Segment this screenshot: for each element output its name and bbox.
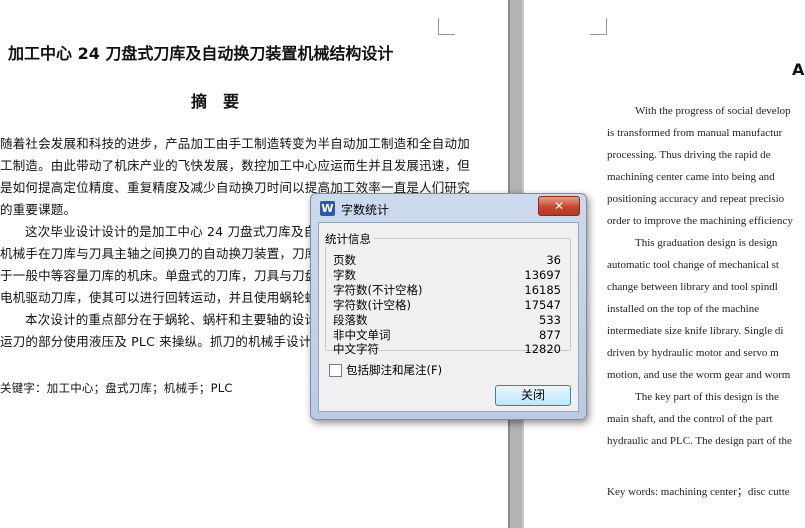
text-line: 工制造。由此带动了机床产业的飞快发展，数控加工中心应运而生并且发展迅速，但 <box>0 158 470 173</box>
text-line: 这次毕业设计设计的是加工中心 24 刀盘式刀库及自动换刀 <box>25 224 355 239</box>
stat-label: 字符数(计空格) <box>333 298 411 312</box>
text-line: installed on the top of the machine <box>607 303 760 315</box>
dialog-title-bar[interactable]: W 字数统计 ✕ <box>311 194 586 221</box>
stat-value: 36 <box>546 253 561 267</box>
abstract-heading-en: A <box>792 60 805 79</box>
stat-value: 16185 <box>524 283 561 297</box>
text-line: motion, and use the worm gear and worm <box>607 369 791 381</box>
text-line: positioning accuracy and repeat precisio <box>607 193 785 205</box>
crop-mark <box>438 18 455 35</box>
keywords-line: 关键字：加工中心；盘式刀库；机械手；PLC <box>0 381 233 395</box>
word-count-dialog: W 字数统计 ✕ 统计信息 页数 36 字数 13697 字符数(不计空格) 1… <box>310 193 587 420</box>
text-line: automatic tool change of mechanical st <box>607 259 779 271</box>
text-line: This graduation design is design <box>635 237 778 249</box>
text-line: main shaft, and the control of the part <box>607 413 773 425</box>
text-line: order to improve the machining efficienc… <box>607 215 793 227</box>
group-label: 统计信息 <box>325 231 374 247</box>
text-line: 于一般中等容量刀库的机床。单盘式的刀库，刀具与刀盘垂直 <box>0 268 343 283</box>
close-button[interactable]: 关闭 <box>495 385 571 406</box>
stat-label: 页数 <box>333 253 356 267</box>
close-icon[interactable]: ✕ <box>538 196 580 216</box>
text-line: With the progress of social develop <box>635 105 791 117</box>
stat-row: 段落数 533 <box>333 313 561 327</box>
text-line: 运刀的部分使用液压及 PLC 来操纵。抓刀的机械手设计部分 <box>0 334 337 349</box>
text-line: is transformed from manual manufactur <box>607 127 783 139</box>
stat-row: 页数 36 <box>333 253 561 267</box>
dialog-body: 统计信息 页数 36 字数 13697 字符数(不计空格) 16185 字符数(… <box>318 222 579 412</box>
stat-value: 17547 <box>524 298 561 312</box>
stat-row: 中文字符 12820 <box>333 342 561 356</box>
include-footnotes-label[interactable]: 包括脚注和尾注(F) <box>346 362 442 378</box>
abstract-heading: 摘 要 <box>191 92 240 111</box>
text-line: processing. Thus driving the rapid de <box>607 149 771 161</box>
word-app-icon: W <box>320 201 335 216</box>
stat-value: 533 <box>539 313 561 327</box>
text-line: 的重要课题。 <box>0 202 77 217</box>
stat-row: 字数 13697 <box>333 268 561 282</box>
stat-row: 字符数(不计空格) 16185 <box>333 283 561 297</box>
stat-row: 非中文单词 877 <box>333 328 561 342</box>
text-line: driven by hydraulic motor and servo m <box>607 347 779 359</box>
stat-label: 字数 <box>333 268 356 282</box>
stat-label: 段落数 <box>333 313 368 327</box>
stat-value: 12820 <box>524 342 561 356</box>
crop-mark <box>590 18 607 35</box>
stat-value: 13697 <box>524 268 561 282</box>
stat-label: 非中文单词 <box>333 328 391 342</box>
stat-label: 字符数(不计空格) <box>333 283 423 297</box>
include-footnotes-checkbox[interactable] <box>329 364 342 377</box>
text-line: 电机驱动刀库，使其可以进行回转运动，并且使用蜗轮蜗杆 <box>0 290 331 305</box>
stat-row: 字符数(计空格) 17547 <box>333 298 561 312</box>
stat-label: 中文字符 <box>333 342 379 356</box>
keywords-line-en: Key words: machining center；disc cutte <box>607 486 790 498</box>
text-line: machining center came into being and <box>607 171 775 183</box>
text-line: The key part of this design is the <box>635 391 779 403</box>
statistics-group: 统计信息 页数 36 字数 13697 字符数(不计空格) 16185 字符数(… <box>325 231 571 356</box>
document-title: 加工中心 24 刀盘式刀库及自动换刀装置机械结构设计 <box>8 44 394 63</box>
text-line: 机械手在刀库与刀具主轴之间换刀的自动换刀装置，刀库安装 <box>0 246 343 261</box>
text-line: 本次设计的重点部分在于蜗轮、蜗杆和主要轴的设计计 <box>25 312 330 327</box>
text-line: hydraulic and PLC. The design part of th… <box>607 435 792 447</box>
stat-value: 877 <box>539 328 561 342</box>
text-line: change between library and tool spindl <box>607 281 778 293</box>
text-line: intermediate size knife library. Single … <box>607 325 784 337</box>
text-line: 随着社会发展和科技的进步，产品加工由手工制造转变为半自动加工制造和全自动加 <box>0 136 470 151</box>
dialog-title: 字数统计 <box>341 203 390 217</box>
